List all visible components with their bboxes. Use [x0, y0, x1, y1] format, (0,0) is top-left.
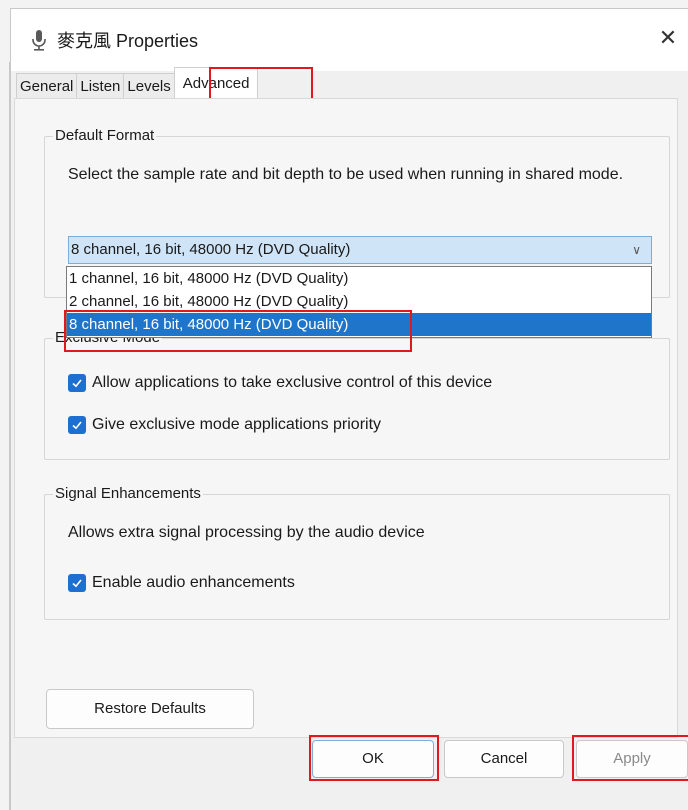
tab-levels[interactable]: Levels — [123, 73, 175, 99]
cancel-button[interactable]: Cancel — [444, 740, 564, 778]
format-select-value: 8 channel, 16 bit, 48000 Hz (DVD Quality… — [71, 241, 351, 258]
give-priority-row[interactable]: Give exclusive mode applications priorit… — [68, 414, 381, 436]
enable-enhancements-row[interactable]: Enable audio enhancements — [68, 572, 295, 594]
close-button[interactable]: ✕ — [647, 19, 688, 57]
allow-exclusive-label: Allow applications to take exclusive con… — [92, 374, 493, 391]
restore-defaults-button[interactable]: Restore Defaults — [46, 689, 254, 729]
allow-exclusive-row[interactable]: Allow applications to take exclusive con… — [68, 372, 492, 394]
window-border — [9, 62, 10, 810]
format-option[interactable]: 1 channel, 16 bit, 48000 Hz (DVD Quality… — [67, 267, 651, 290]
checkmark-icon — [72, 379, 82, 388]
close-icon: ✕ — [658, 25, 678, 50]
enable-enhancements-checkbox[interactable] — [68, 574, 86, 592]
annotation-box-apply — [572, 735, 688, 781]
annotation-box-selected-option — [64, 310, 412, 352]
default-format-description: Select the sample rate and bit depth to … — [68, 166, 624, 183]
window-title: 麥克風 Properties — [57, 31, 199, 51]
signal-enhancements-description: Allows extra signal processing by the au… — [68, 524, 425, 541]
exclusive-mode-group: Exclusive Mode — [44, 329, 670, 460]
tab-listen[interactable]: Listen — [76, 73, 125, 99]
checkmark-icon — [72, 579, 82, 588]
checkmark-icon — [72, 421, 82, 430]
give-priority-label: Give exclusive mode applications priorit… — [92, 416, 382, 433]
title-bar: 麥克風 Properties ✕ — [11, 9, 688, 71]
tab-general[interactable]: General — [16, 73, 78, 99]
microphone-icon — [32, 30, 46, 51]
chevron-down-icon: ∨ — [632, 243, 641, 257]
format-select[interactable]: 8 channel, 16 bit, 48000 Hz (DVD Quality… — [68, 236, 652, 264]
enable-enhancements-label: Enable audio enhancements — [92, 574, 295, 591]
default-format-title: Default Format — [53, 127, 157, 144]
give-priority-checkbox[interactable] — [68, 416, 86, 434]
annotation-box-ok — [309, 735, 439, 781]
signal-enhancements-group: Signal Enhancements — [44, 485, 670, 620]
signal-enhancements-title: Signal Enhancements — [53, 485, 203, 502]
allow-exclusive-checkbox[interactable] — [68, 374, 86, 392]
